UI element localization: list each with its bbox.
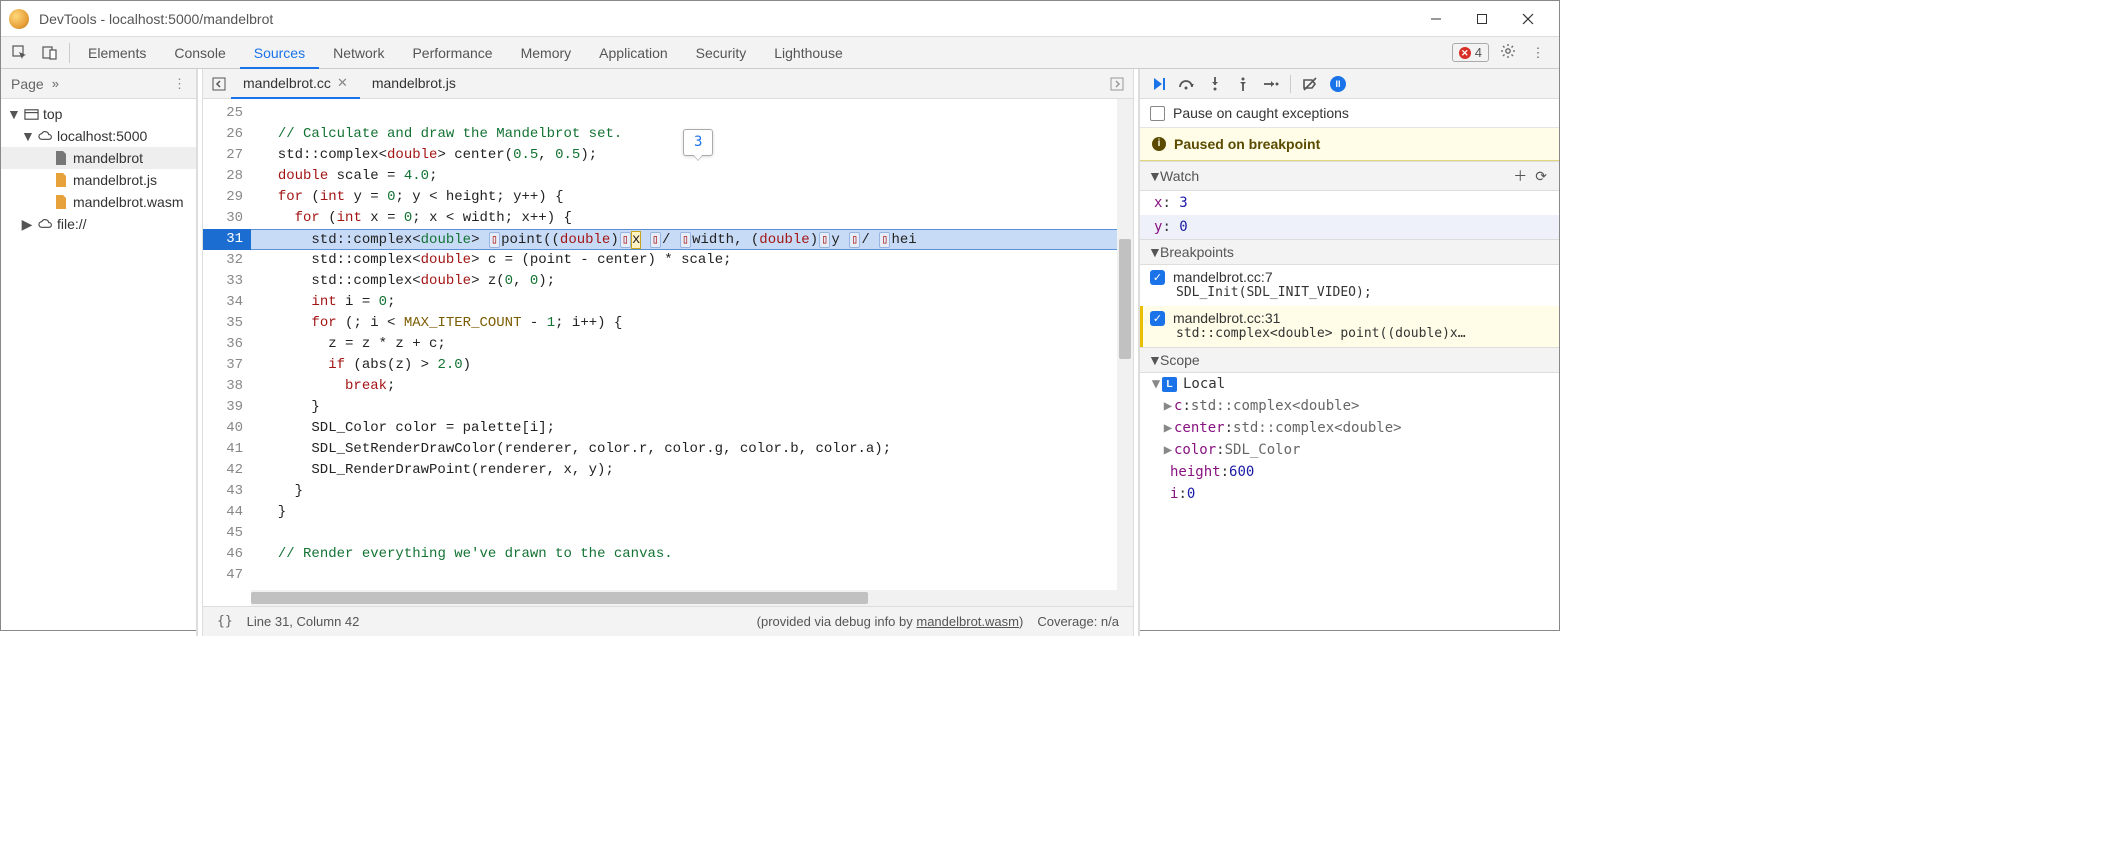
navigator-panel: Page » ⋮ ▼ top ▼ localhost:5000 mandelbr… (1, 69, 197, 636)
checkbox-checked[interactable]: ✓ (1150, 311, 1165, 326)
tab-application[interactable]: Application (585, 37, 682, 69)
scope-item[interactable]: ▶center: std::complex<double> (1140, 417, 1559, 439)
tab-console[interactable]: Console (160, 37, 239, 69)
error-icon: ✕ (1459, 47, 1471, 59)
tab-lighthouse[interactable]: Lighthouse (760, 37, 857, 69)
step-icon[interactable] (1262, 75, 1280, 93)
window-close-button[interactable] (1505, 4, 1551, 34)
coverage-status: Coverage: n/a (1037, 614, 1119, 629)
tree-file-mandelbrot-js[interactable]: mandelbrot.js (1, 169, 196, 191)
paused-banner: i Paused on breakpoint (1140, 128, 1559, 161)
info-icon: i (1152, 137, 1166, 151)
file-icon (53, 150, 69, 166)
scope-item[interactable]: height: 600 (1140, 461, 1559, 483)
pause-indicator-icon[interactable]: II (1329, 75, 1347, 93)
gear-icon[interactable] (1497, 43, 1519, 62)
editor-panel: mandelbrot.cc ✕ mandelbrot.js 2526272829… (203, 69, 1133, 636)
scope-item[interactable]: i: 0 (1140, 483, 1559, 505)
scope-item[interactable]: ▶c: std::complex<double> (1140, 395, 1559, 417)
watch-add-icon[interactable]: ＋ (1509, 166, 1531, 186)
pause-on-caught-row[interactable]: Pause on caught exceptions (1140, 99, 1559, 128)
step-out-icon[interactable] (1234, 75, 1252, 93)
app-icon (9, 9, 29, 29)
close-icon[interactable]: ✕ (337, 75, 348, 91)
file-tab-mandelbrot-cc[interactable]: mandelbrot.cc ✕ (231, 69, 360, 99)
checkbox-checked[interactable]: ✓ (1150, 270, 1165, 285)
error-badge[interactable]: ✕ 4 (1452, 43, 1489, 62)
pretty-print-icon[interactable]: {} (217, 614, 233, 629)
tree-top[interactable]: ▼ top (1, 103, 196, 125)
debugger-panel: II Pause on caught exceptions i Paused o… (1139, 69, 1559, 636)
watch-header[interactable]: ▼Watch ＋ ⟳ (1140, 161, 1559, 191)
window-minimize-button[interactable] (1413, 4, 1459, 34)
local-badge-icon: L (1162, 377, 1177, 392)
watch-refresh-icon[interactable]: ⟳ (1531, 168, 1551, 185)
file-icon (53, 194, 69, 210)
tree-file-mandelbrot-wasm[interactable]: mandelbrot.wasm (1, 191, 196, 213)
horizontal-scrollbar[interactable] (251, 590, 1133, 606)
cloud-icon (37, 128, 53, 144)
scope-local[interactable]: ▼LLocal (1140, 373, 1559, 395)
tab-network[interactable]: Network (319, 37, 398, 69)
navigator-tab-page[interactable]: Page (11, 76, 44, 92)
tab-performance[interactable]: Performance (398, 37, 506, 69)
navigator-kebab-icon[interactable]: ⋮ (173, 76, 186, 92)
gutter[interactable]: 2526272829303132333435363738394041424344… (203, 99, 251, 590)
kebab-icon[interactable]: ⋮ (1527, 45, 1549, 61)
nav-back-icon[interactable] (207, 77, 231, 91)
debug-info: (provided via debug info by mandelbrot.w… (757, 614, 1024, 629)
tab-memory[interactable]: Memory (507, 37, 586, 69)
vertical-scrollbar[interactable] (1117, 99, 1133, 590)
window-title: DevTools - localhost:5000/mandelbrot (39, 11, 1413, 27)
debug-info-link[interactable]: mandelbrot.wasm (916, 614, 1019, 629)
window-icon (23, 106, 39, 122)
tab-elements[interactable]: Elements (74, 37, 160, 69)
error-count: 4 (1475, 45, 1482, 60)
file-icon (53, 172, 69, 188)
scope-header[interactable]: ▼Scope (1140, 347, 1559, 373)
editor-statusbar: {} Line 31, Column 42 (provided via debu… (203, 606, 1133, 636)
cursor-position: Line 31, Column 42 (247, 614, 360, 629)
breakpoints-header[interactable]: ▼Breakpoints (1140, 239, 1559, 265)
file-tab-mandelbrot-js[interactable]: mandelbrot.js (360, 69, 468, 99)
titlebar: DevTools - localhost:5000/mandelbrot (1, 1, 1559, 37)
cloud-icon (37, 216, 53, 232)
watch-item[interactable]: y: 0 (1140, 215, 1559, 239)
scope-item[interactable]: ▶color: SDL_Color (1140, 439, 1559, 461)
file-tabs: mandelbrot.cc ✕ mandelbrot.js (203, 69, 1133, 99)
debugger-toolbar: II (1140, 69, 1559, 99)
breakpoint-item[interactable]: ✓mandelbrot.cc:7 SDL_Init(SDL_INIT_VIDEO… (1140, 265, 1559, 306)
navigator-header: Page » ⋮ (1, 69, 196, 99)
tree-file-scheme[interactable]: ▶ file:// (1, 213, 196, 235)
checkbox[interactable] (1150, 106, 1165, 121)
device-toolbar-icon[interactable] (35, 45, 65, 61)
deactivate-breakpoints-icon[interactable] (1301, 75, 1319, 93)
breakpoint-item[interactable]: ✓mandelbrot.cc:31 std::complex<double> p… (1140, 306, 1559, 347)
nav-forward-icon[interactable] (1105, 77, 1129, 91)
devtools-tabs: Elements Console Sources Network Perform… (1, 37, 1559, 69)
navigator-more-tabs-icon[interactable]: » (52, 76, 59, 91)
step-over-icon[interactable] (1178, 75, 1196, 93)
tree-file-mandelbrot[interactable]: mandelbrot (1, 147, 196, 169)
file-tree: ▼ top ▼ localhost:5000 mandelbrot mandel… (1, 99, 196, 239)
step-into-icon[interactable] (1206, 75, 1224, 93)
window-maximize-button[interactable] (1459, 4, 1505, 34)
tab-security[interactable]: Security (682, 37, 761, 69)
inspect-element-icon[interactable] (5, 45, 35, 61)
code-editor[interactable]: // Calculate and draw the Mandelbrot set… (251, 99, 1133, 590)
watch-item[interactable]: x: 3 (1140, 191, 1559, 215)
tab-sources[interactable]: Sources (240, 37, 319, 69)
resume-icon[interactable] (1150, 75, 1168, 93)
tree-host[interactable]: ▼ localhost:5000 (1, 125, 196, 147)
